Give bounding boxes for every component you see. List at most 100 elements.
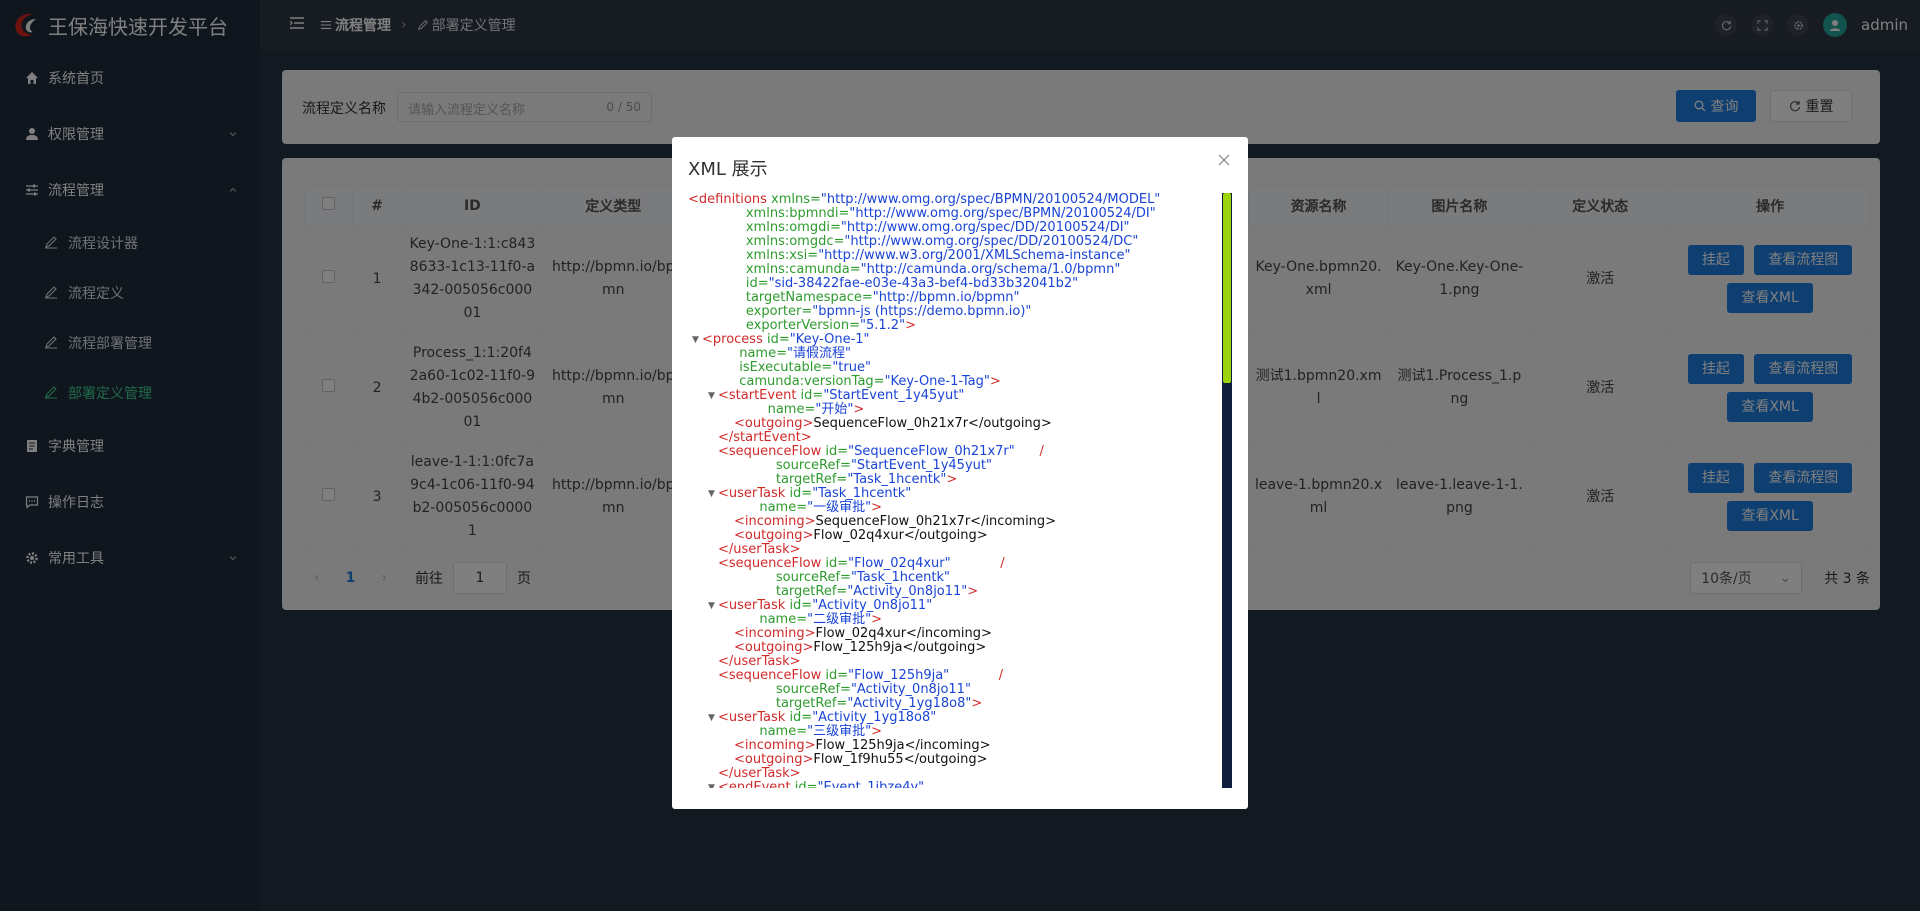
xml-tag: </userTask> <box>718 766 801 781</box>
xml-val: "bpmn-js (https://demo.bpmn.io)" <box>812 304 1032 319</box>
xml-tag: <startEvent <box>718 388 801 403</box>
xml-line: camunda:versionTag="Key-One-1-Tag"> <box>688 375 1222 389</box>
xml-attr: name= <box>739 346 787 361</box>
xml-line: xmlns:xsi="http://www.w3.org/2001/XMLSch… <box>688 249 1222 263</box>
xml-val: "Key-One-1" <box>789 332 870 347</box>
xml-attr: id= <box>825 668 849 683</box>
xml-tag: > <box>989 374 1001 389</box>
xml-line: <incoming>Flow_125h9ja</incoming> <box>688 739 1222 753</box>
xml-line: ▼ <startEvent id="StartEvent_1y45yut" <box>688 389 1222 403</box>
xml-line: name="请假流程" <box>688 347 1222 361</box>
xml-tag: <definitions <box>688 193 771 207</box>
xml-attr: sourceRef= <box>775 570 851 585</box>
xml-attr: camunda:versionTag= <box>739 374 885 389</box>
xml-tag: <sequenceFlow <box>718 444 826 459</box>
xml-txt <box>688 206 746 221</box>
xml-line: ▼ <userTask id="Activity_0n8jo11" <box>688 599 1222 613</box>
xml-tag: / <box>950 556 1005 571</box>
xml-tag: <incoming> <box>734 514 816 529</box>
xml-val: "http://bpmn.io/bpmn" <box>872 290 1020 305</box>
xml-line: name="三级审批"> <box>688 725 1222 739</box>
xml-txt <box>718 682 776 697</box>
fold-arrow-icon[interactable]: ▼ <box>708 599 715 613</box>
xml-attr: name= <box>759 500 808 515</box>
xml-txt: Flow_1f9hu55</outgoing> <box>813 752 988 767</box>
xml-tag: </userTask> <box>718 542 801 557</box>
xml-tag: </startEvent> <box>718 430 812 445</box>
xml-txt <box>718 472 776 487</box>
xml-tag: <outgoing> <box>734 752 814 767</box>
xml-attr: xmlns:omgdc= <box>745 234 845 249</box>
xml-line: </userTask> <box>688 767 1222 781</box>
xml-tag: > <box>871 724 882 739</box>
xml-attr: id= <box>789 710 813 725</box>
xml-line: <definitions xmlns="http://www.omg.org/s… <box>688 193 1222 207</box>
xml-txt <box>688 248 746 263</box>
xml-txt <box>718 612 759 627</box>
xml-line: name="二级审批"> <box>688 613 1222 627</box>
xml-tag: > <box>971 696 983 711</box>
xml-tag: <incoming> <box>734 626 816 641</box>
xml-txt <box>688 318 746 333</box>
xml-scrollbar[interactable] <box>1222 193 1232 788</box>
xml-attr: name= <box>759 612 808 627</box>
xml-val: "http://www.omg.org/spec/DD/20100524/DI" <box>840 220 1130 235</box>
xml-txt: Flow_125h9ja</outgoing> <box>813 640 987 655</box>
fold-arrow-icon[interactable]: ▼ <box>708 487 715 501</box>
xml-line: </userTask> <box>688 655 1222 669</box>
xml-val: "Flow_02q4xur" <box>848 556 951 571</box>
fold-arrow-icon[interactable]: ▼ <box>708 711 715 725</box>
xml-val: "Key-One-1-Tag" <box>884 374 990 389</box>
xml-val: "http://www.omg.org/spec/DD/20100524/DC" <box>844 234 1139 249</box>
xml-line: <outgoing>SequenceFlow_0h21x7r</outgoing… <box>688 417 1222 431</box>
xml-line: exporter="bpmn-js (https://demo.bpmn.io)… <box>688 305 1222 319</box>
xml-line: xmlns:omgdc="http://www.omg.org/spec/DD/… <box>688 235 1222 249</box>
xml-txt <box>718 500 759 515</box>
xml-line: <outgoing>Flow_1f9hu55</outgoing> <box>688 753 1222 767</box>
xml-val: "true" <box>832 360 871 375</box>
xml-txt <box>702 360 739 375</box>
xml-val: "Task_1hcentk" <box>812 486 912 501</box>
xml-attr: name= <box>767 402 816 417</box>
xml-val: "Activity_0n8jo11" <box>847 584 968 599</box>
xml-val: "Activity_1yg18o8" <box>812 710 937 725</box>
xml-tag: <process <box>702 332 767 347</box>
xml-tag: <endEvent <box>718 780 795 789</box>
xml-viewer[interactable]: <definitions xmlns="http://www.omg.org/s… <box>688 193 1222 788</box>
xml-txt <box>688 276 746 291</box>
xml-tag: <sequenceFlow <box>718 556 826 571</box>
xml-line: <incoming>SequenceFlow_0h21x7r</incoming… <box>688 515 1222 529</box>
xml-tag: <incoming> <box>734 738 816 753</box>
xml-attr: id= <box>789 486 813 501</box>
xml-line: isExecutable="true" <box>688 361 1222 375</box>
xml-attr: isExecutable= <box>739 360 833 375</box>
xml-val: "一级审批" <box>807 500 872 515</box>
fold-arrow-icon[interactable]: ▼ <box>692 333 699 347</box>
xml-txt <box>688 290 746 305</box>
xml-line: id="sid-38422fae-e03e-43a3-bef4-bd33b320… <box>688 277 1222 291</box>
fold-arrow-icon[interactable]: ▼ <box>708 389 715 403</box>
close-icon[interactable] <box>1216 152 1232 168</box>
scrollbar-thumb[interactable] <box>1223 193 1231 383</box>
xml-val: "Activity_0n8jo11" <box>812 598 933 613</box>
xml-val: "http://www.w3.org/2001/XMLSchema-instan… <box>818 248 1131 263</box>
xml-tag: > <box>967 584 979 599</box>
xml-txt <box>718 724 759 739</box>
xml-val: "StartEvent_1y45yut" <box>823 388 965 403</box>
xml-attr: id= <box>794 780 818 789</box>
fold-arrow-icon[interactable]: ▼ <box>708 781 715 788</box>
xml-val: "Event_1jbze4y" <box>817 780 925 789</box>
xml-txt <box>688 220 746 235</box>
xml-val: "http://www.omg.org/spec/BPMN/20100524/D… <box>849 206 1156 221</box>
xml-line: targetRef="Task_1hcentk"> <box>688 473 1222 487</box>
xml-txt <box>688 304 746 319</box>
xml-line: targetNamespace="http://bpmn.io/bpmn" <box>688 291 1222 305</box>
xml-attr: xmlns:bpmndi= <box>745 206 850 221</box>
xml-line: <sequenceFlow id="Flow_125h9ja" / <box>688 669 1222 683</box>
xml-val: "请假流程" <box>786 346 851 361</box>
xml-tag: > <box>905 318 916 333</box>
xml-line: <sequenceFlow id="Flow_02q4xur" / <box>688 557 1222 571</box>
xml-line: sourceRef="StartEvent_1y45yut" <box>688 459 1222 473</box>
xml-line: name="开始"> <box>688 403 1222 417</box>
xml-attr: xmlns:xsi= <box>745 248 819 263</box>
